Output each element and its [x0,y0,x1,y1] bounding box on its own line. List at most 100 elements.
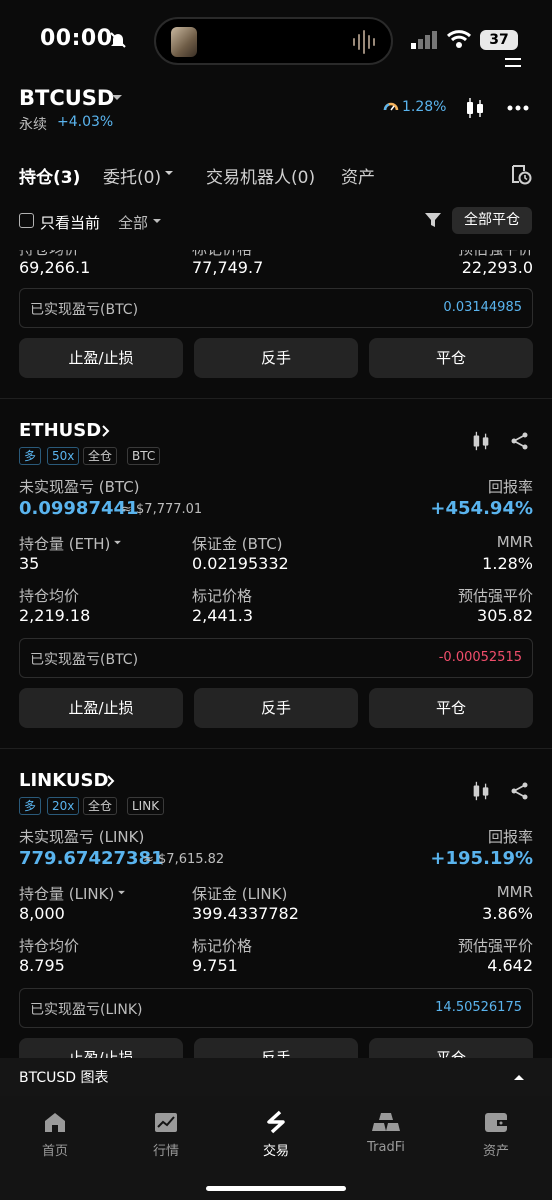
realized-pnl-label: 已实现盈亏(BTC) [30,302,139,318]
audio-waveform-icon [353,30,375,54]
settle-currency-tag: LINK [127,797,165,815]
nav-assets[interactable]: 资产 [456,1096,536,1166]
trade-icon [267,1110,285,1134]
chevron-down-icon[interactable] [111,94,123,102]
nav-label: 首页 [41,1144,68,1159]
close-position-button[interactable]: 平仓 [369,338,533,378]
realized-pnl-box: 已实现盈亏(LINK) 14.50526175 [19,988,533,1028]
cellular-signal-icon [411,31,437,49]
close-position-button[interactable]: 平仓 [369,688,533,728]
realized-pnl-label: 已实现盈亏(LINK) [30,1002,143,1018]
home-icon [45,1113,65,1132]
nav-market[interactable]: 行情 [126,1096,206,1166]
unrealized-pnl-usd: ≈ $7,615.82 [143,852,225,867]
roe-value: +195.19% [430,848,533,869]
qty-label[interactable]: 持仓量 (LINK) [19,883,114,904]
share-icon[interactable] [510,431,530,451]
unrealized-pnl-label: 未实现盈亏 (LINK) [19,828,145,846]
realized-pnl-value: 0.03144985 [443,300,522,315]
margin-value: 399.4337782 [192,904,299,923]
est-liq-label: 预估强平价 [457,937,533,955]
qty-value: 35 [19,554,40,573]
mute-icon [110,32,126,48]
roe-label: 回报率 [487,478,533,496]
unrealized-pnl-value: 779.67427381 [19,848,164,869]
chevron-down-icon[interactable] [117,890,126,896]
chevron-up-icon[interactable] [513,1073,525,1081]
position-symbol[interactable]: LINKUSD [19,770,108,791]
avg-price-label: 持仓均价 [19,587,80,605]
chevron-down-icon[interactable] [164,170,174,177]
tab-positions[interactable]: 持仓(3) [19,163,80,188]
qty-label[interactable]: 持仓量 (ETH) [19,533,110,554]
avg-price-value: 8.795 [19,956,65,975]
realized-pnl-value: -0.00052515 [438,650,522,665]
side-tag: 多 [19,797,42,815]
nav-home[interactable]: 首页 [15,1096,95,1166]
only-current-checkbox[interactable] [19,213,34,228]
mmr-label: MMR [496,883,533,901]
wifi-icon [446,30,472,48]
only-current-label[interactable]: 只看当前 [40,212,100,233]
reverse-button[interactable]: 反手 [194,688,358,728]
side-tag: 多 [19,447,42,465]
tab-orders[interactable]: 委托(0) [103,163,161,188]
margin-label: 保证金 (LINK) [192,885,288,903]
more-options-icon[interactable] [507,104,529,112]
mark-price-label: 标记价格 [192,587,253,605]
leverage-tag[interactable]: 50x [47,447,80,465]
home-indicator[interactable] [206,1186,346,1191]
bottom-nav: 首页 行情 交易 TradFi 资产 [0,1096,552,1200]
leverage-tag[interactable]: 20x [47,797,80,815]
qty-value: 8,000 [19,904,65,923]
share-icon[interactable] [510,781,530,801]
candlestick-icon[interactable] [463,96,487,120]
nav-label: 交易 [262,1144,289,1159]
candlestick-icon[interactable] [470,430,492,452]
close-all-button[interactable]: 全部平仓 [452,207,532,234]
funding-indicator[interactable]: 1.28% [402,99,446,115]
nav-label: TradFi [367,1140,405,1155]
realized-pnl-value: 14.50526175 [435,1000,522,1015]
candlestick-icon[interactable] [470,780,492,802]
market-icon [155,1113,177,1132]
gauge-icon[interactable] [383,99,399,115]
wallet-icon [485,1113,507,1132]
history-icon[interactable] [509,162,533,186]
mmr-value: 3.86% [482,904,533,923]
avg-price-label: 持仓均价 [19,937,80,955]
settle-currency-tag: BTC [127,447,161,465]
mark-price-label: 标记价格 [192,937,253,955]
chevron-down-icon[interactable] [113,540,122,546]
realized-pnl-box: 已实现盈亏(BTC) -0.00052515 [19,638,533,678]
chevron-right-icon[interactable] [102,425,110,437]
margin-mode-tag[interactable]: 全仓 [83,447,118,465]
filter-icon[interactable] [423,210,443,230]
all-filter-dropdown[interactable]: 全部 [118,212,148,233]
chart-strip-label: BTCUSD 图表 [19,1070,109,1086]
symbol-selector[interactable]: BTCUSD [19,86,114,110]
tp-sl-button[interactable]: 止盈/止损 [19,688,183,728]
unrealized-pnl-label: 未实现盈亏 (BTC) [19,478,140,496]
nav-tradfi[interactable]: TradFi [346,1096,426,1166]
chart-strip[interactable]: BTCUSD 图表 [0,1058,552,1096]
perpetual-label: 永续 [19,117,47,133]
status-time: 00:00 [40,26,113,51]
nav-trade[interactable]: 交易 [236,1096,316,1166]
reverse-button[interactable]: 反手 [194,338,358,378]
est-liq-label: 预估强平价 [457,587,533,605]
tp-sl-button[interactable]: 止盈/止损 [19,338,183,378]
margin-mode-tag[interactable]: 全仓 [83,797,118,815]
chevron-right-icon[interactable] [107,775,115,787]
est-liq-value: 4.642 [487,956,533,975]
tab-trading-bots[interactable]: 交易机器人(0) [206,163,315,188]
menu-icon[interactable] [503,56,523,70]
price-change: +4.03% [57,114,114,130]
margin-value: 0.02195332 [192,554,289,573]
realized-pnl-box: 已实现盈亏(BTC) 0.03144985 [19,288,533,328]
tab-assets[interactable]: 资产 [341,163,375,188]
position-symbol[interactable]: ETHUSD [19,420,101,441]
roe-label: 回报率 [487,828,533,846]
divider [0,748,552,749]
chevron-down-icon[interactable] [152,218,162,225]
